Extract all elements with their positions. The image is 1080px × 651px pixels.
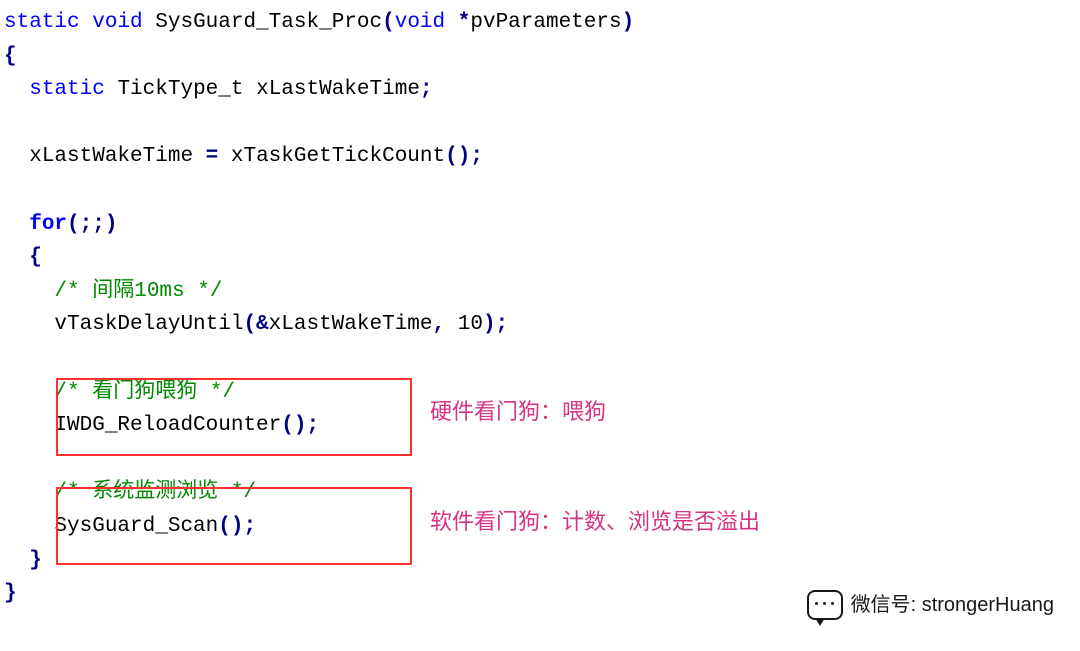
- type-name: TickType_t: [117, 78, 243, 101]
- keyword-for: for: [29, 213, 67, 236]
- comment: /* 看门狗喂狗 */: [54, 381, 235, 404]
- keyword-static: static: [4, 11, 80, 34]
- param-name: pvParameters: [470, 11, 621, 34]
- func-call: IWDG_ReloadCounter: [54, 414, 281, 437]
- func-call: xTaskGetTickCount: [231, 145, 445, 168]
- watermark-sep: :: [911, 594, 922, 616]
- annotation-software-watchdog: 软件看门狗：计数、浏览是否溢出: [430, 504, 760, 539]
- annotation-hardware-watchdog: 硬件看门狗：喂狗: [430, 394, 606, 429]
- watermark-label: 微信号: [851, 594, 911, 616]
- var-name: xLastWakeTime: [269, 313, 433, 336]
- func-call: vTaskDelayUntil: [54, 313, 243, 336]
- comment: /* 系统监测浏览 */: [54, 481, 256, 504]
- keyword-static: static: [29, 78, 105, 101]
- wechat-icon: [807, 590, 843, 620]
- watermark-id: strongerHuang: [922, 594, 1054, 616]
- keyword-void: void: [395, 11, 445, 34]
- number-literal: 10: [458, 313, 483, 336]
- function-name: SysGuard_Task_Proc: [155, 11, 382, 34]
- var-name: xLastWakeTime: [29, 145, 193, 168]
- func-call: SysGuard_Scan: [54, 515, 218, 538]
- keyword-void: void: [92, 11, 142, 34]
- watermark: 微信号: strongerHuang: [807, 589, 1054, 621]
- comment: /* 间隔10ms */: [54, 280, 222, 303]
- var-name: xLastWakeTime: [256, 78, 420, 101]
